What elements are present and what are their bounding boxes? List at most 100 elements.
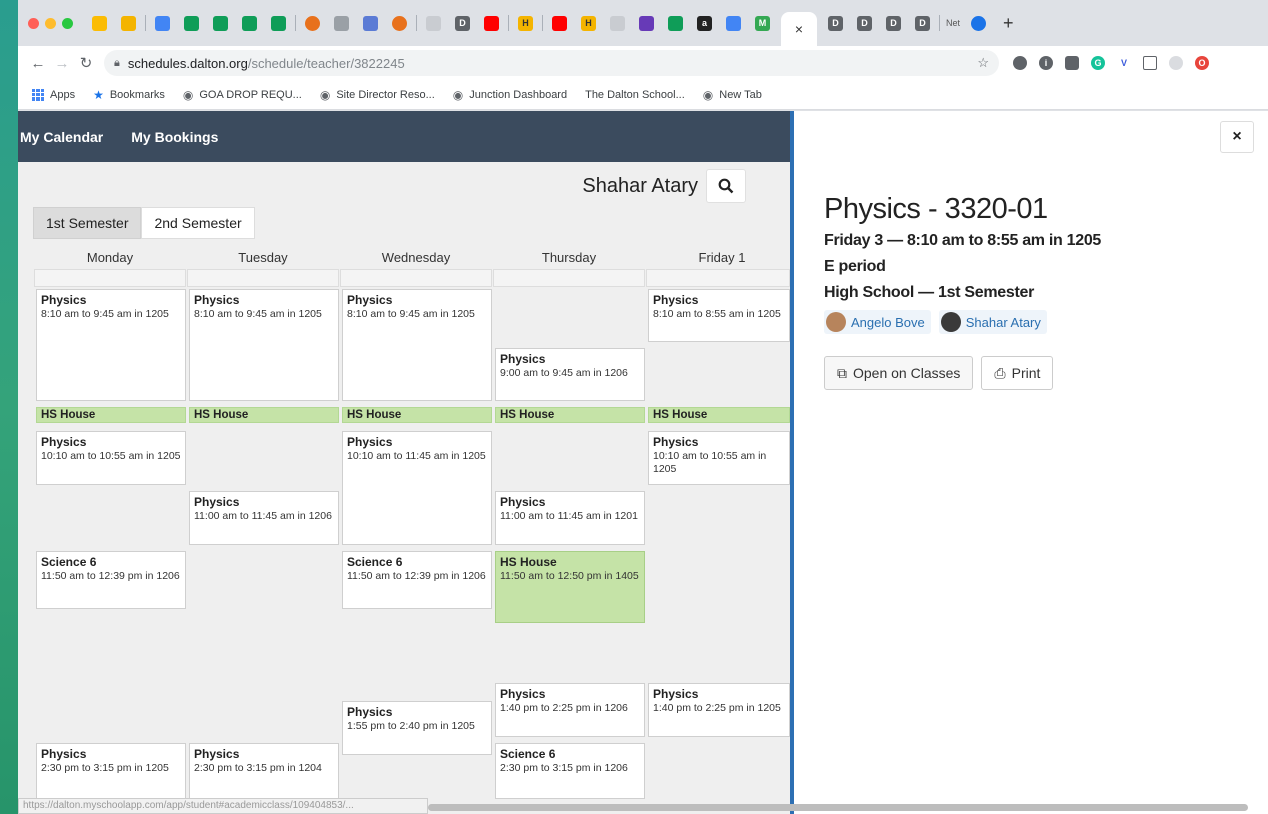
tab-orange-icon[interactable] [305,15,320,31]
class-block[interactable]: Physics 9:00 am to 9:45 am in 1206 [495,348,645,401]
class-block[interactable]: Science 6 2:30 pm to 3:15 pm in 1206 [495,743,645,799]
horizontal-scrollbar[interactable] [428,804,1248,811]
class-block[interactable]: Physics 11:00 am to 11:45 am in 1206 [189,491,339,545]
class-block[interactable]: Physics 8:10 am to 8:55 am in 1205 [648,289,790,342]
extension-icon[interactable] [1065,56,1079,70]
close-panel-button[interactable]: × [1220,121,1254,153]
tab-sheets-icon[interactable] [184,15,199,31]
tab-h-icon[interactable]: H [581,15,596,31]
open-on-classes-button[interactable]: ⧉ Open on Classes [824,356,974,390]
bookmark-dalton[interactable]: The Dalton School... [585,89,685,101]
tab-m-icon[interactable]: M [755,15,770,31]
back-arrow-icon[interactable]: ← [26,55,50,72]
tab-sheets-icon[interactable] [213,15,228,31]
tab-2nd-semester[interactable]: 2nd Semester [141,207,255,239]
tab-amazon-icon[interactable]: a [697,15,712,31]
house-band[interactable]: HS House [342,407,492,423]
tab-orange-icon[interactable] [392,15,407,31]
class-block[interactable]: Physics 10:10 am to 10:55 am in 1205 [648,431,790,485]
tab-docs-icon[interactable] [726,15,741,31]
new-tab-button[interactable]: + [1003,13,1014,34]
nav-my-calendar[interactable]: My Calendar [20,129,103,145]
tab-d-icon[interactable]: D [857,15,872,31]
v-extension-icon[interactable]: V [1117,56,1131,70]
tab-blank-icon[interactable] [610,15,625,31]
grammarly-icon[interactable]: G [1091,56,1105,70]
tab-d-icon[interactable]: D [828,15,843,31]
active-tab-close-button[interactable]: × [781,12,817,46]
print-button[interactable]: ⎙ Print [981,356,1054,390]
tab-d-icon[interactable]: D [915,15,930,31]
bookmark-junction[interactable]: ◉ Junction Dashboard [453,88,567,102]
class-block[interactable]: Physics 8:10 am to 9:45 am in 1205 [342,289,492,401]
class-block[interactable]: Physics 8:10 am to 9:45 am in 1205 [36,289,186,401]
class-time: 10:10 am to 10:55 am in 1205 [41,450,181,463]
info-icon[interactable]: i [1039,56,1053,70]
person-link[interactable]: Shahar Atary [938,310,1047,334]
tab-h-icon[interactable]: H [518,15,533,31]
bookmark-bookmarks[interactable]: ★ Bookmarks [93,88,165,102]
bookmark-star-icon[interactable]: ☆ [977,55,989,71]
close-icon[interactable]: × [795,21,803,37]
opera-icon[interactable]: O [1195,56,1209,70]
tab-d-icon[interactable]: D [886,15,901,31]
tab-youtube-icon[interactable] [484,15,499,31]
bookmark-goa[interactable]: ◉ GOA DROP REQU... [183,88,302,102]
star-icon: ★ [93,87,104,102]
close-window-button[interactable] [28,17,39,29]
class-time: 1:40 pm to 2:25 pm in 1205 [653,702,781,715]
tab-sheets-icon[interactable] [271,15,286,31]
class-block[interactable]: Physics 1:55 pm to 2:40 pm in 1205 [342,701,492,755]
profile-icon[interactable] [1169,56,1183,70]
bookmark-apps[interactable]: Apps [32,88,75,101]
day-header-wednesday: Wednesday [381,250,451,265]
class-block[interactable]: Physics 1:40 pm to 2:25 pm in 1205 [648,683,790,737]
house-band[interactable]: HS House [36,407,186,423]
house-band[interactable]: HS House [648,407,790,423]
class-block[interactable]: Physics 11:00 am to 11:45 am in 1201 [495,491,645,545]
class-block[interactable]: Physics 2:30 pm to 3:15 pm in 1205 [36,743,186,799]
cast-icon[interactable] [1143,56,1157,70]
tab-sheets-icon[interactable] [242,15,257,31]
house-band[interactable]: HS House [495,407,645,423]
class-time: 11:50 am to 12:39 pm in 1206 [347,570,486,583]
bookmark-new-tab[interactable]: ◉ New Tab [703,88,762,102]
house-band[interactable]: HS House [189,407,339,423]
class-block[interactable]: Science 6 11:50 am to 12:39 pm in 1206 [36,551,186,609]
tab-d-icon[interactable]: D [455,15,470,31]
search-icon [718,178,734,194]
tab-docs-icon[interactable] [155,15,170,31]
tab-1st-semester[interactable]: 1st Semester [33,207,142,239]
tab-slides-icon[interactable] [121,15,136,31]
bookmark-site-director[interactable]: ◉ Site Director Reso... [320,88,435,102]
class-time: 9:00 am to 9:45 am in 1206 [500,367,628,380]
tab-list-icon[interactable] [639,15,654,31]
class-block[interactable]: Physics 10:10 am to 11:45 am in 1205 [342,431,492,545]
tab-youtube-icon[interactable] [552,15,567,31]
address-bar[interactable]: 🔒︎ schedules.dalton.org/schedule/teacher… [104,50,999,76]
nav-my-bookings[interactable]: My Bookings [131,129,218,145]
forward-arrow-icon[interactable]: → [50,55,74,72]
zoom-window-button[interactable] [62,17,73,29]
tab-net-label[interactable]: Net [946,18,960,28]
url-host: schedules.dalton.org [127,55,248,71]
class-block[interactable]: Physics 1:40 pm to 2:25 pm in 1206 [495,683,645,737]
reload-icon[interactable]: ↻ [74,54,98,72]
class-block[interactable]: Physics 10:10 am to 10:55 am in 1205 [36,431,186,485]
class-block[interactable]: Physics 8:10 am to 9:45 am in 1205 [189,289,339,401]
class-block[interactable]: Physics 2:30 pm to 3:15 pm in 1204 [189,743,339,799]
tab-chart-icon[interactable] [334,15,349,31]
tab-image-icon[interactable] [363,15,378,31]
class-title: Physics [41,293,87,307]
extension-icon[interactable] [1013,56,1027,70]
tab-drive-icon[interactable] [92,15,107,31]
minimize-window-button[interactable] [45,17,56,29]
tab-blank-icon[interactable] [426,15,441,31]
tab-chrome-icon[interactable] [971,15,987,31]
house-block[interactable]: HS House 11:50 am to 12:50 pm in 1405 [495,551,645,623]
person-link[interactable]: Angelo Bove [824,310,931,334]
tab-separator [416,15,417,31]
tab-triangle-icon[interactable] [668,15,683,31]
search-button[interactable] [706,169,746,203]
class-block[interactable]: Science 6 11:50 am to 12:39 pm in 1206 [342,551,492,609]
